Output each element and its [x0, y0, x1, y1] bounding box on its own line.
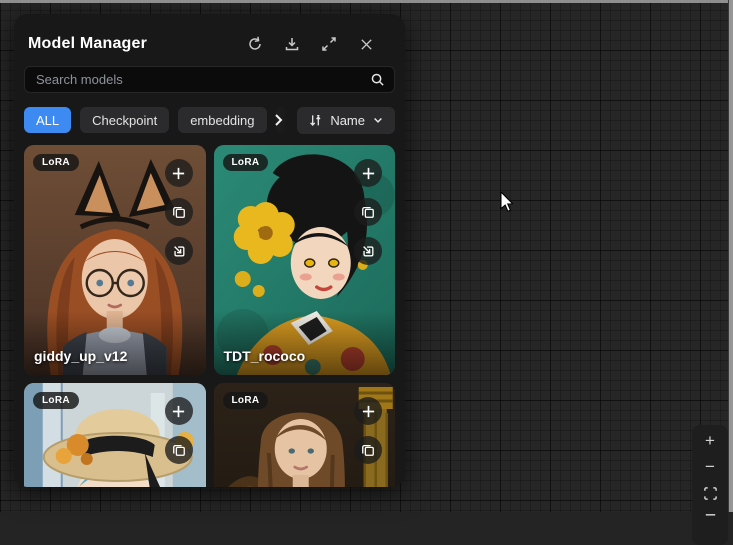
card-bottom-gradient — [214, 311, 396, 375]
card-bottom-gradient — [24, 311, 206, 375]
close-button[interactable] — [357, 35, 375, 53]
close-icon — [359, 37, 374, 52]
plus-icon — [171, 166, 186, 181]
refresh-icon — [247, 36, 263, 52]
card-actions — [354, 397, 382, 464]
extra-tool-button[interactable] — [694, 506, 726, 532]
search-input[interactable] — [34, 71, 370, 88]
add-model-button[interactable] — [165, 397, 193, 425]
download-icon — [284, 36, 300, 52]
model-type-badge: LoRA — [33, 392, 79, 409]
card-actions — [354, 159, 382, 265]
copy-icon — [172, 205, 186, 219]
model-card-giddy-up-v12[interactable]: LoRA giddy_up_v12 — [24, 145, 206, 375]
panel-header: Model Manager — [28, 32, 391, 56]
plus-icon — [171, 404, 186, 419]
extra-tool-icon — [703, 512, 718, 527]
filter-chip-embedding[interactable]: embedding — [178, 107, 266, 133]
panel-title: Model Manager — [28, 35, 147, 53]
model-manager-panel: Model Manager — [14, 14, 405, 487]
canvas-zoom-toolbar: + − — [692, 425, 728, 545]
window-edge-right — [728, 0, 733, 512]
sort-label: Name — [330, 113, 365, 128]
search-icon[interactable] — [370, 72, 385, 87]
plus-icon — [361, 166, 376, 181]
model-type-badge: LoRA — [33, 154, 79, 171]
add-model-button[interactable] — [165, 159, 193, 187]
chevron-right-icon[interactable] — [270, 112, 286, 133]
filter-row: ALL Checkpoint embedding Hype Name — [24, 107, 395, 133]
header-actions — [246, 35, 391, 53]
search-bar — [24, 66, 395, 93]
import-model-button[interactable] — [354, 237, 382, 265]
add-model-button[interactable] — [354, 159, 382, 187]
import-icon — [172, 244, 186, 258]
import-icon — [361, 244, 375, 258]
window-edge-top — [0, 0, 733, 3]
model-type-badge: LoRA — [223, 392, 269, 409]
fit-view-button[interactable] — [694, 480, 726, 506]
copy-icon — [361, 205, 375, 219]
copy-model-button[interactable] — [354, 436, 382, 464]
copy-model-button[interactable] — [354, 198, 382, 226]
model-card-grid: LoRA giddy_up_v12 — [24, 145, 395, 487]
copy-icon — [172, 443, 186, 457]
copy-model-button[interactable] — [165, 198, 193, 226]
filter-chip-checkpoint[interactable]: Checkpoint — [80, 107, 169, 133]
expand-icon — [321, 36, 337, 52]
copy-model-button[interactable] — [165, 436, 193, 464]
import-model-button[interactable] — [165, 237, 193, 265]
sort-icon — [308, 113, 323, 128]
expand-button[interactable] — [320, 35, 338, 53]
filter-chip-all[interactable]: ALL — [24, 107, 71, 133]
model-type-badge: LoRA — [223, 154, 269, 171]
zoom-out-button[interactable]: − — [694, 454, 726, 480]
add-model-button[interactable] — [354, 397, 382, 425]
model-name: TDT_rococo — [224, 348, 306, 364]
model-name: giddy_up_v12 — [34, 348, 127, 364]
download-button[interactable] — [283, 35, 301, 53]
copy-icon — [361, 443, 375, 457]
chevron-down-icon — [372, 114, 384, 126]
refresh-button[interactable] — [246, 35, 264, 53]
model-card-tdt-rococo[interactable]: LoRA TDT_rococo — [214, 145, 396, 375]
model-card-straw-hat-girl[interactable]: LoRA — [24, 383, 206, 487]
sort-button[interactable]: Name — [297, 107, 395, 134]
fit-view-icon — [703, 486, 718, 501]
plus-icon — [361, 404, 376, 419]
zoom-in-button[interactable]: + — [694, 428, 726, 454]
card-actions — [165, 159, 193, 265]
card-actions — [165, 397, 193, 464]
model-card-classical-portrait[interactable]: LoRA — [214, 383, 396, 487]
